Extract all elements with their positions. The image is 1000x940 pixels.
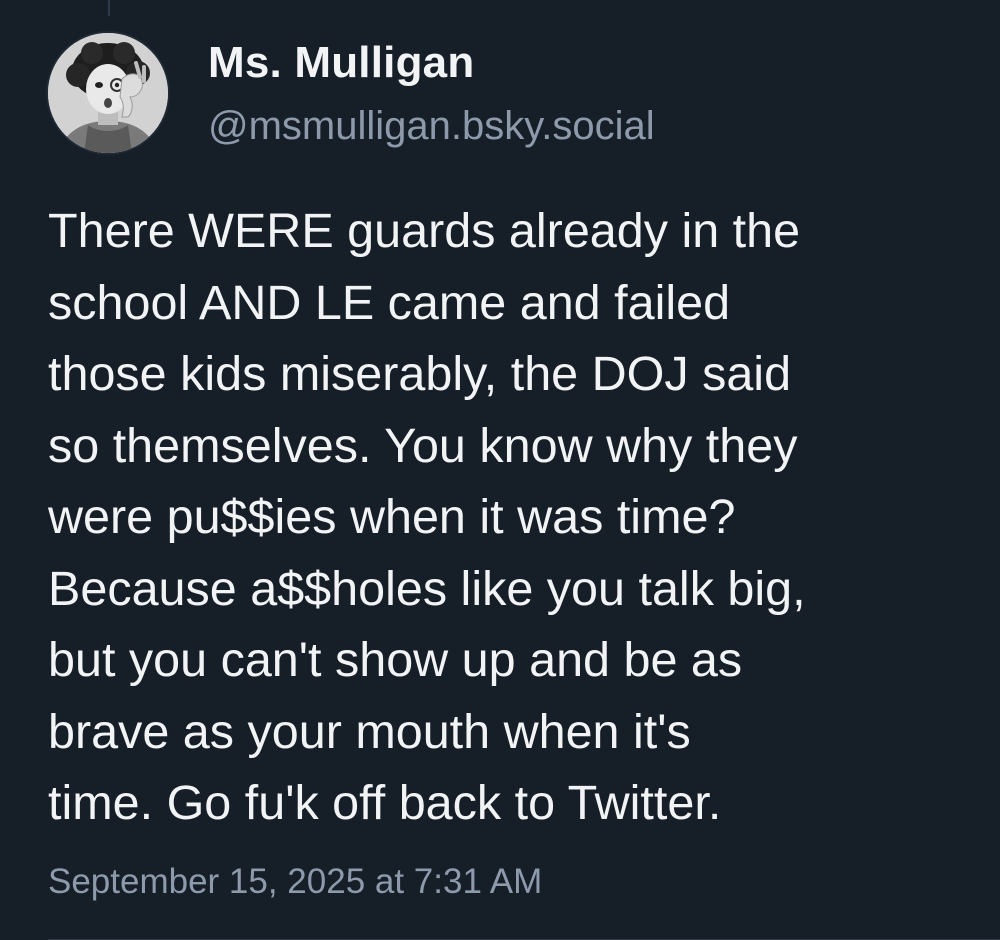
post-text-line: were pu$$ies when it was time?: [48, 490, 736, 544]
post-text-line: so themselves. You know why they: [48, 418, 798, 473]
post-text-line: but you can't show up and be as: [48, 633, 743, 687]
post-text-line: Because a$$holes like you talk big,: [48, 561, 806, 616]
post-text-line: brave as your mouth when it's: [48, 704, 691, 759]
avatar[interactable]: [48, 33, 168, 153]
post-card[interactable]: Ms. Mulligan @msmulligan.bsky.social The…: [0, 0, 1000, 940]
post-timestamp[interactable]: September 15, 2025 at 7:31 AM: [48, 862, 542, 902]
post-text-line: time. Go fu'k off back to Twitter.: [48, 776, 722, 830]
post-text-line: school AND LE came and failed: [48, 275, 731, 330]
post-body-text: There WERE guards already in the school …: [48, 196, 978, 840]
author-display-name[interactable]: Ms. Mulligan: [208, 38, 474, 88]
post-text-line: There WERE guards already in the: [48, 204, 801, 258]
post-text-line: those kids miserably, the DOJ said: [48, 347, 792, 401]
author-handle[interactable]: @msmulligan.bsky.social: [208, 104, 655, 149]
avatar-portrait-icon: [48, 33, 168, 153]
